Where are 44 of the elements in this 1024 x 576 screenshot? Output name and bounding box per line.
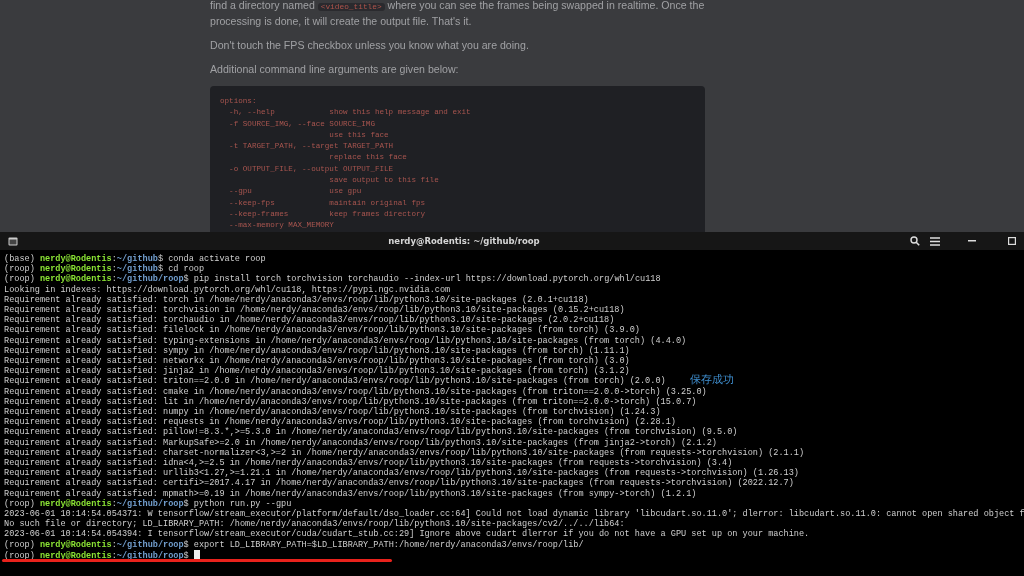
command-text: pip install torch torchvision torchaudio --index-url https://download.pytorch.org/whl/cu118 bbox=[193, 274, 661, 285]
command-text: conda activate roop bbox=[168, 254, 266, 264]
minimize-icon[interactable] bbox=[968, 240, 976, 242]
prompt-text: (base) nerdy@Rodentis:~/github$ bbox=[4, 254, 165, 264]
output-line: Requirement already satisfied: networkx in /home/nerdy/anaconda3/envs/roop/lib/python3.10/site-packages (from torch) (3.0) bbox=[4, 356, 630, 367]
output-line: Requirement already satisfied: MarkupSafe>=2.0 in /home/nerdy/anaconda3/envs/roop/lib/python3.10/site-packages (from jinja2->torch) (2.1.2) bbox=[4, 437, 717, 448]
output-line: Requirement already satisfied: torch in /home/nerdy/anaconda3/envs/roop/lib/python3.10/site-packages (2.0.1+cu118) bbox=[4, 294, 589, 305]
output-line: 2023-06-01 10:14:54.054371: W tensorflow/stream_executor/platform/default/dso_loader.cc:64] Could not load dynamic library 'libcudart.so.11.0'; dlerror: libcudart.so.11.0: cannot open shared object f bbox=[4, 509, 1024, 520]
prompt-text: (roop) nerdy@Rodentis:~/github$ bbox=[4, 264, 164, 275]
output-line: Requirement already satisfied: sympy in /home/nerdy/anaconda3/envs/roop/lib/python3.10/site-packages (from torch) (1.11.1) bbox=[4, 345, 630, 356]
output-line: 2023-06-01 10:14:54.054394: I tensorflow/stream_executor/cuda/cudart_stub.cc:29] Ignore above cudart dlerror if you do not have a GPU set up on your machine. bbox=[4, 529, 810, 540]
output-line: Requirement already satisfied: requests in /home/nerdy/anaconda3/envs/roop/lib/python3.10/site-packages (from torchvision) (2.28.1) bbox=[4, 417, 676, 428]
output-line: Requirement already satisfied: filelock in /home/nerdy/anaconda3/envs/roop/lib/python3.10/site-packages (from torch) (3.9.0) bbox=[4, 325, 640, 336]
output-line: Requirement already satisfied: cmake in /home/nerdy/anaconda3/envs/roop/lib/python3.10/site-packages (from triton==2.0.0->torch) (3.25.0) bbox=[4, 386, 707, 397]
terminal-icon[interactable] bbox=[8, 236, 18, 246]
output-line: Requirement already satisfied: urllib3<1.27,>=1.21.1 in /home/nerdy/anaconda3/envs/roop/lib/python3.10/site-packages (from requests->torchvision) (1.26.13) bbox=[4, 468, 799, 479]
output-line: Looking in indexes: https://download.pytorch.org/whl/cu118, https://pypi.ngc.nvidia.com bbox=[4, 284, 451, 295]
article-paragraph: Don't touch the FPS checkbox unless you know what you are doing. bbox=[210, 38, 530, 52]
output-line: Requirement already satisfied: certifi>=2017.4.17 in /home/nerdy/anaconda3/envs/roop/lib/python3.10/site-packages (from requests->torchvision) (2022.12.7) bbox=[4, 478, 794, 489]
article-paragraph: Additional command line arguments are given below: bbox=[210, 62, 460, 76]
command-text: python run.py --gpu bbox=[193, 498, 292, 509]
output-line: Requirement already satisfied: torchaudio in /home/nerdy/anaconda3/envs/roop/lib/python3.10/site-packages (2.0.2+cu118) bbox=[4, 315, 615, 326]
output-line: No such file or directory; LD_LIBRARY_PATH: /home/nerdy/anaconda3/envs/roop/lib/python3.10/site-packages/cv2/../../lib64: bbox=[4, 519, 625, 530]
output-line: Requirement already satisfied: jinja2 in /home/nerdy/anaconda3/envs/roop/lib/python3.10/site-packages (from torch) (3.1.2) bbox=[4, 366, 630, 377]
output-line: Requirement already satisfied: torchvision in /home/nerdy/anaconda3/envs/roop/lib/python3.10/site-packages (0.15.2+cu118) bbox=[4, 305, 625, 315]
command-text: export LD_LIBRARY_PATH=$LD_LIBRARY_PATH:/home/nerdy/anaconda3/envs/roop/lib/ bbox=[193, 539, 584, 550]
prompt-text: (roop) nerdy@Rodentis:~/github/roop$ bbox=[4, 550, 190, 561]
output-line: Requirement already satisfied: lit in /home/nerdy/anaconda3/envs/roop/lib/python3.10/site-packages (from triton==2.0.0->torch) (15.0.7) bbox=[4, 396, 697, 407]
search-icon[interactable] bbox=[910, 236, 920, 246]
output-line: Requirement already satisfied: charset-normalizer<3,>=2 in /home/nerdy/anaconda3/envs/roop/lib/python3.10/site-packages (from requests->torchvision) (2.1.1) bbox=[4, 447, 805, 458]
output-line: Requirement already satisfied: triton==2.0.0 in /home/nerdy/anaconda3/envs/roop/lib/python3.10/site-packages (from torch) (2.0.0) bbox=[4, 376, 666, 387]
window-title: nerdy@Rodentis: ~/github/roop bbox=[387, 236, 541, 246]
toast-message: 保存成功 bbox=[690, 372, 734, 387]
output-line: Requirement already satisfied: pillow!=8.3.*,>=5.3.0 in /home/nerdy/anaconda3/envs/roop/lib/python3.10/site-packages (from torchvision) (9.5.0) bbox=[4, 427, 738, 438]
output-line: Requirement already satisfied: numpy in /home/nerdy/anaconda3/envs/roop/lib/python3.10/site-packages (from torchvision) (1.24.3) bbox=[4, 407, 661, 418]
prompt-text: (roop) nerdy@Rodentis:~/github/roop$ bbox=[4, 274, 190, 285]
menu-icon[interactable] bbox=[930, 236, 940, 246]
output-line: Requirement already satisfied: idna<4,>=2.5 in /home/nerdy/anaconda3/envs/roop/lib/python3.10/site-packages (from requests->torchvision) (3.4) bbox=[4, 458, 733, 469]
command-text: cd roop bbox=[168, 264, 205, 275]
maximize-icon[interactable] bbox=[1008, 237, 1016, 245]
prompt-text: (roop) nerdy@Rodentis:~/github/roop$ bbox=[4, 539, 190, 550]
prompt-text: (roop) nerdy@Rodentis:~/github/roop$ bbox=[4, 498, 190, 509]
output-line: Requirement already satisfied: mpmath>=0.19 in /home/nerdy/anaconda3/envs/roop/lib/python3.10/site-packages (from sympy->torch) (1.2.1) bbox=[4, 488, 697, 499]
output-line: Requirement already satisfied: typing-extensions in /home/nerdy/anaconda3/envs/roop/lib/python3.10/site-packages (from torch) (4.4.0) bbox=[4, 335, 687, 346]
